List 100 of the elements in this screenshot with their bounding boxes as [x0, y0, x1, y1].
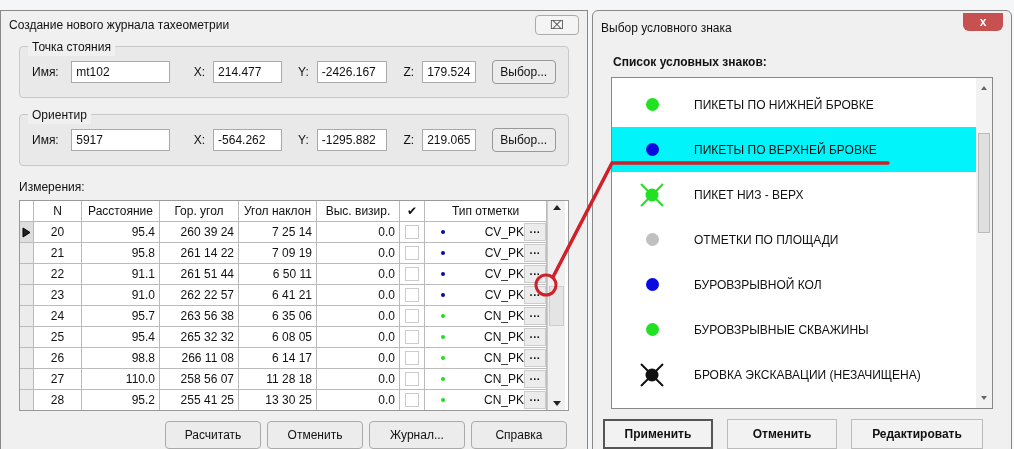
table-cell: 260 39 24	[160, 222, 239, 244]
scrollbar[interactable]	[547, 201, 565, 410]
more-button[interactable]: ···	[524, 286, 546, 305]
scrollbar[interactable]	[976, 78, 992, 408]
more-button[interactable]: ···	[524, 370, 546, 389]
table-cell: 0.0	[317, 285, 400, 307]
y-field[interactable]: -1295.882	[316, 129, 388, 152]
scroll-up-icon[interactable]	[552, 205, 561, 211]
row-header-cell[interactable]	[20, 390, 34, 410]
column-header: Расстояние	[82, 201, 160, 223]
window-title: Выбор условного знака	[601, 20, 732, 37]
table-cell: 95.8	[82, 243, 160, 265]
row-header-cell[interactable]	[20, 222, 34, 244]
checkbox[interactable]	[405, 393, 419, 408]
table-cell: 26	[34, 348, 82, 370]
row-header-cell[interactable]	[20, 327, 34, 349]
table-cell: 0.0	[317, 243, 400, 265]
table-cell: 265 32 32	[160, 327, 239, 349]
field-label: Z:	[403, 64, 415, 82]
dialog-button[interactable]: Журнал...	[369, 421, 465, 449]
table-cell: 0.0	[317, 222, 400, 244]
symbol-name: БУРОВЗРЫВНОЙ КОЛ	[694, 276, 822, 294]
field-label: Имя:	[32, 132, 60, 150]
table-cell: 0.0	[317, 369, 400, 391]
x-field[interactable]: -564.262	[213, 129, 283, 152]
mark-type: CN_PK	[484, 329, 524, 347]
checkbox[interactable]	[405, 330, 419, 345]
more-button[interactable]: ···	[524, 328, 546, 347]
row-header-cell[interactable]	[20, 369, 34, 391]
x-field[interactable]: 214.477	[213, 61, 283, 84]
mark-type: CN_PK	[484, 392, 524, 410]
row-header-cell[interactable]	[20, 243, 34, 265]
list-label: Список условных знаков:	[613, 54, 768, 71]
z-field[interactable]: 179.524	[422, 61, 476, 84]
table-cell: 0.0	[317, 348, 400, 370]
row-header-cell[interactable]	[20, 348, 34, 370]
mark-type: CV_PK	[484, 266, 524, 284]
dialog-button[interactable]: Отменить	[267, 421, 363, 449]
dialog-button[interactable]: Отменить	[727, 419, 837, 449]
table-cell: 0.0	[317, 327, 400, 349]
checkbox[interactable]	[405, 309, 419, 324]
column-header: Выс. визир.	[317, 201, 400, 223]
table-cell: 91.0	[82, 285, 160, 307]
close-button[interactable]: x	[963, 13, 1003, 31]
name-field[interactable]: mt102	[71, 61, 170, 84]
dialog-button[interactable]: Редактировать	[851, 419, 983, 449]
scroll-thumb[interactable]	[978, 133, 990, 233]
table-cell: 6 41 21	[239, 285, 317, 307]
symbol-name: БРОВКА ЭКСКАВАЦИИ (НЕЗАЧИЩЕНА)	[694, 366, 921, 384]
checkbox[interactable]	[405, 267, 419, 282]
table-cell: 261 51 44	[160, 264, 239, 286]
more-button[interactable]: ···	[524, 307, 546, 326]
select-button[interactable]: Выбор...	[491, 60, 556, 85]
scroll-thumb[interactable]	[549, 285, 564, 326]
more-button[interactable]: ···	[524, 265, 546, 284]
table-cell: 6 08 05	[239, 327, 317, 349]
select-button[interactable]: Выбор...	[491, 128, 556, 153]
more-button[interactable]: ···	[524, 349, 546, 368]
column-header: Тип отметки	[425, 201, 547, 223]
dialog-button[interactable]: Справка	[471, 421, 567, 449]
y-field[interactable]: -2426.167	[316, 61, 388, 84]
close-button[interactable]: ⌧	[535, 14, 579, 35]
row-header-cell[interactable]	[20, 285, 34, 307]
row-pointer-icon	[22, 226, 31, 238]
table-cell: 258 56 07	[160, 369, 239, 391]
table-cell: 24	[34, 306, 82, 328]
dialog-button[interactable]: Расчитать	[165, 421, 261, 449]
field-label: Z:	[403, 132, 415, 150]
checkbox[interactable]	[405, 225, 419, 240]
table-cell: 25	[34, 327, 82, 349]
more-button[interactable]: ···	[524, 391, 546, 410]
z-field[interactable]: 219.065	[422, 129, 476, 152]
name-field[interactable]: 5917	[71, 129, 170, 152]
table-cell: 11 28 18	[239, 369, 317, 391]
row-header-cell[interactable]	[20, 306, 34, 328]
more-button[interactable]: ···	[524, 223, 546, 242]
checkbox[interactable]	[405, 351, 419, 366]
symbol-item[interactable]: ПИКЕТЫ ПО ВЕРХНЕЙ БРОВКЕ	[612, 127, 976, 172]
field-label: Y:	[298, 132, 309, 150]
circle-mark	[534, 273, 558, 297]
table-cell: 95.4	[82, 327, 160, 349]
table-cell: 21	[34, 243, 82, 265]
table-cell: 6 14 17	[239, 348, 317, 370]
symbol-name: ПИКЕТ НИЗ - ВЕРХ	[694, 186, 804, 204]
table-cell: 6 35 06	[239, 306, 317, 328]
checkbox[interactable]	[405, 246, 419, 261]
table-cell: 266 11 08	[160, 348, 239, 370]
checkbox[interactable]	[405, 288, 419, 303]
window-title: Создание нового журнала тахеометрии	[9, 16, 230, 34]
row-header-cell[interactable]	[20, 264, 34, 286]
checkbox[interactable]	[405, 372, 419, 387]
more-button[interactable]: ···	[524, 244, 546, 263]
dialog-button[interactable]: Применить	[603, 419, 713, 449]
mark-type: CV_PK	[484, 245, 524, 263]
scroll-down-icon[interactable]	[552, 401, 561, 406]
mark-type: CV_PK	[484, 287, 524, 305]
table-cell: 23	[34, 285, 82, 307]
table-cell: 22	[34, 264, 82, 286]
symbol-name: ОТМЕТКИ ПО ПЛОЩАДИ	[694, 231, 839, 249]
field-label: Имя:	[32, 64, 60, 82]
